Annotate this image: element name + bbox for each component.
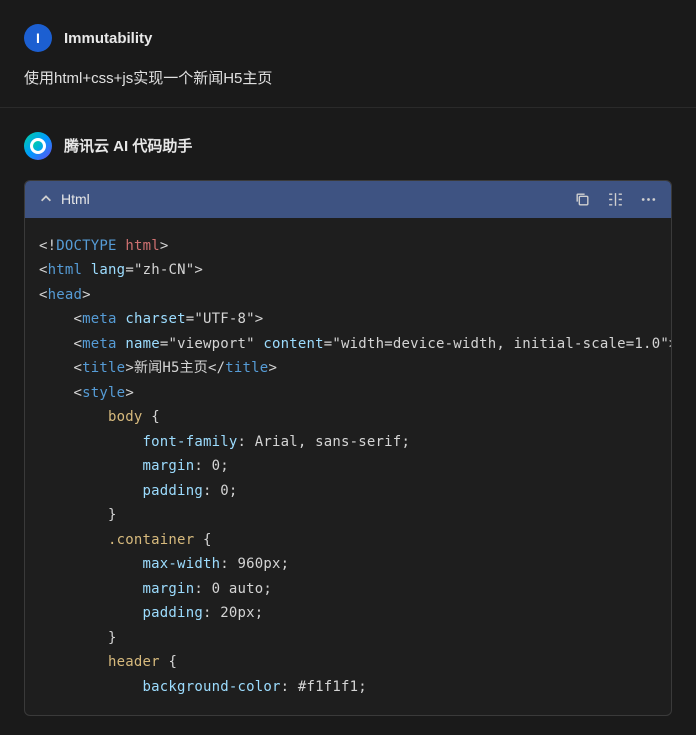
- code-line: header {: [39, 650, 657, 675]
- code-header-left[interactable]: Html: [39, 191, 90, 207]
- ai-avatar-icon: [30, 138, 46, 154]
- code-line: <head>: [39, 283, 657, 308]
- code-header-actions: [574, 191, 657, 208]
- code-line: .container {: [39, 528, 657, 553]
- user-avatar[interactable]: I: [24, 24, 52, 52]
- code-language-label: Html: [61, 191, 90, 207]
- more-icon[interactable]: [640, 191, 657, 208]
- ai-avatar[interactable]: [24, 132, 52, 160]
- code-block: Html <!DOCTYPE html><html lang="zh-CN"><…: [24, 180, 672, 717]
- user-section: I Immutability 使用html+css+js实现一个新闻H5主页: [0, 0, 696, 107]
- code-line: margin: 0 auto;: [39, 577, 657, 602]
- code-line: <!DOCTYPE html>: [39, 234, 657, 259]
- code-line: <style>: [39, 381, 657, 406]
- code-line: }: [39, 626, 657, 651]
- code-line: <meta name="viewport" content="width=dev…: [39, 332, 657, 357]
- ai-name: 腾讯云 AI 代码助手: [64, 135, 192, 156]
- code-header: Html: [25, 181, 671, 218]
- ai-section: 腾讯云 AI 代码助手 Html <!DOCTYPE: [0, 108, 696, 717]
- chevron-up-icon: [39, 192, 53, 206]
- code-line: body {: [39, 405, 657, 430]
- ai-header: 腾讯云 AI 代码助手: [24, 132, 672, 160]
- user-header: I Immutability: [24, 24, 672, 52]
- code-line: background-color: #f1f1f1;: [39, 675, 657, 700]
- insert-icon[interactable]: [607, 191, 624, 208]
- code-line: <meta charset="UTF-8">: [39, 307, 657, 332]
- code-line: padding: 0;: [39, 479, 657, 504]
- code-line: }: [39, 503, 657, 528]
- code-line: <html lang="zh-CN">: [39, 258, 657, 283]
- code-line: font-family: Arial, sans-serif;: [39, 430, 657, 455]
- code-line: max-width: 960px;: [39, 552, 657, 577]
- code-line: padding: 20px;: [39, 601, 657, 626]
- user-avatar-letter: I: [36, 30, 40, 46]
- copy-icon[interactable]: [574, 191, 591, 208]
- code-content[interactable]: <!DOCTYPE html><html lang="zh-CN"><head>…: [25, 218, 671, 716]
- user-message: 使用html+css+js实现一个新闻H5主页: [24, 68, 672, 91]
- user-name: Immutability: [64, 30, 152, 47]
- code-line: margin: 0;: [39, 454, 657, 479]
- code-line: <title>新闻H5主页</title>: [39, 356, 657, 381]
